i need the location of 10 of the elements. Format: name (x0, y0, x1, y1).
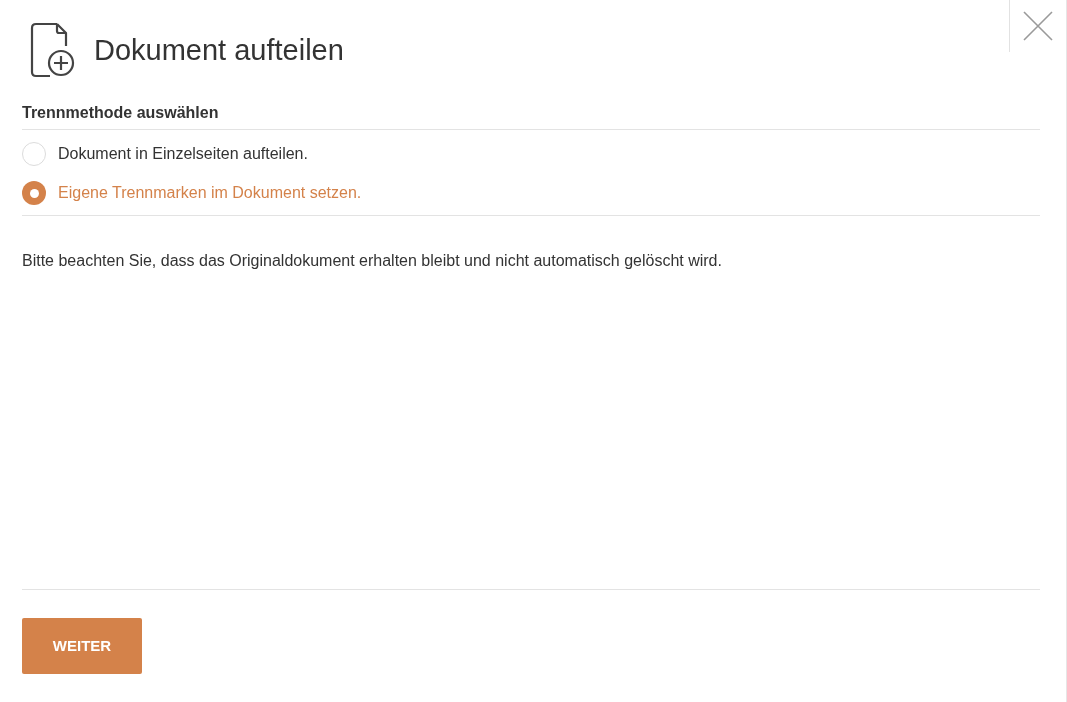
section-label: Trennmethode auswählen (22, 104, 219, 121)
radio-button[interactable] (22, 142, 46, 166)
next-button[interactable]: WEITER (22, 618, 142, 674)
radio-button[interactable] (22, 181, 46, 205)
radio-option[interactable]: Dokument in Einzelseiten aufteilen. (22, 142, 1040, 166)
close-icon (1022, 11, 1053, 41)
document-add-icon (30, 22, 76, 78)
dialog-title: Dokument aufteilen (94, 33, 344, 68)
info-text: Bitte beachten Sie, dass das Originaldokument erhalten bleibt und nicht automatisch gelöscht wird. (22, 251, 723, 271)
radio-option[interactable]: Eigene Trennmarken im Dokument setzen. (22, 181, 1040, 205)
